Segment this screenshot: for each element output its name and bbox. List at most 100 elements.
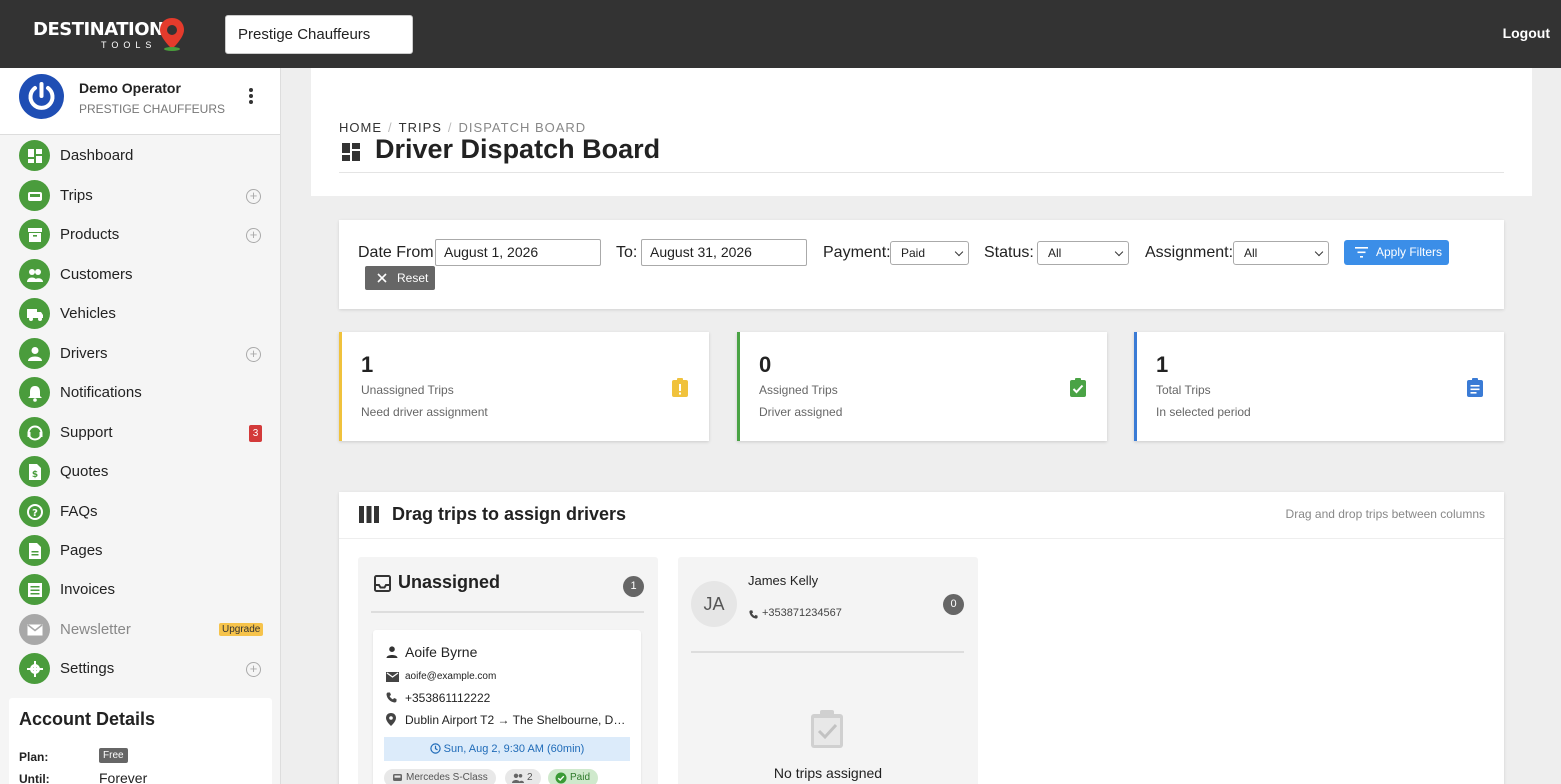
user-organization: PRESTIGE CHAUFFEURS: [79, 102, 226, 116]
apply-filters-button[interactable]: Apply Filters: [1344, 240, 1449, 265]
logout-link[interactable]: Logout: [1503, 25, 1550, 41]
unassigned-column[interactable]: Unassigned 1 Aoife Byrne aoife@example.c…: [358, 557, 658, 784]
sidebar-item-dashboard[interactable]: Dashboard: [0, 138, 280, 172]
driver-phone: +353871234567: [762, 607, 842, 619]
sidebar-item-notifications[interactable]: Notifications: [0, 375, 280, 409]
question-icon: ?: [19, 496, 50, 527]
stat-label: Assigned Trips: [759, 383, 838, 397]
breadcrumb: HOME / TRIPS / DISPATCH BOARD: [339, 120, 587, 135]
chevron-down-icon: [954, 247, 964, 257]
sidebar-item-pages[interactable]: Pages: [0, 533, 280, 567]
add-circle-icon[interactable]: +: [246, 189, 261, 204]
breadcrumb-home[interactable]: HOME: [339, 120, 382, 135]
sidebar-item-vehicles[interactable]: Vehicles: [0, 296, 280, 330]
sidebar-item-invoices[interactable]: Invoices: [0, 572, 280, 606]
inbox-icon: [374, 575, 391, 592]
until-value: Forever: [99, 770, 148, 784]
sidebar-item-label: Pages: [60, 542, 103, 559]
chevron-down-icon: [1314, 247, 1324, 257]
stat-subtext: In selected period: [1156, 405, 1251, 419]
upgrade-badge[interactable]: Upgrade: [219, 623, 264, 636]
driver-avatar: JA: [691, 581, 737, 627]
more-options-icon[interactable]: [244, 86, 258, 110]
plan-badge: Free: [99, 748, 128, 763]
sidebar-item-customers[interactable]: Customers: [0, 257, 280, 291]
avatar[interactable]: [19, 74, 64, 119]
sidebar-item-label: Drivers: [60, 345, 108, 362]
divider: [339, 172, 1504, 173]
breadcrumb-trips[interactable]: TRIPS: [399, 120, 442, 135]
stat-value: 0: [759, 352, 772, 377]
logo[interactable]: DESTINATION TOOLS: [33, 17, 188, 51]
passengers-chip: 2: [505, 769, 541, 784]
divider: [691, 651, 964, 653]
check-circle-icon: [555, 772, 567, 784]
stat-card-total: 1 Total Trips In selected period: [1134, 332, 1504, 441]
sidebar-item-newsletter[interactable]: Newsletter Upgrade: [0, 612, 280, 646]
payment-select-value: Paid: [901, 246, 926, 260]
sidebar-item-settings[interactable]: Settings +: [0, 651, 280, 685]
divider: [371, 611, 644, 613]
date-from-input[interactable]: August 1, 2026: [435, 239, 601, 266]
status-select[interactable]: All: [1037, 241, 1129, 265]
assignment-select-value: All: [1244, 246, 1258, 260]
date-from-label: Date From:: [358, 244, 439, 261]
sidebar-item-label: FAQs: [60, 503, 98, 520]
person-icon: [19, 338, 50, 369]
sidebar-item-label: Products: [60, 226, 120, 243]
driver-trip-count-badge: 0: [943, 594, 964, 615]
sidebar-item-faqs[interactable]: ? FAQs: [0, 494, 280, 528]
driver-column[interactable]: JA James Kelly +353871234567 0 No trips …: [678, 557, 978, 784]
sidebar-item-quotes[interactable]: $ Quotes: [0, 454, 280, 488]
list-clipboard-icon: [1467, 378, 1483, 397]
sidebar-item-label: Newsletter: [60, 621, 131, 638]
until-label: Until:: [19, 772, 50, 784]
divider: [339, 538, 1504, 539]
add-circle-icon[interactable]: +: [246, 662, 261, 677]
sidebar-item-label: Dashboard: [60, 147, 134, 164]
close-icon: [377, 273, 387, 283]
board-title: Drag trips to assign drivers: [392, 504, 627, 524]
sidebar-item-label: Support: [60, 424, 113, 441]
sidebar-item-label: Vehicles: [60, 305, 116, 322]
columns-icon: [359, 506, 379, 523]
assignment-select[interactable]: All: [1233, 241, 1329, 265]
mail-icon: [386, 672, 399, 682]
notification-badge: 3: [249, 425, 262, 442]
filter-bar: Date From: August 1, 2026 To: August 31,…: [339, 220, 1504, 309]
sidebar-item-label: Customers: [60, 266, 133, 283]
trip-route: Dublin Airport T2 → The Shelbourne, Dubl…: [405, 713, 630, 727]
car-icon: [19, 180, 50, 211]
organization-input[interactable]: Prestige Chauffeurs: [225, 15, 413, 54]
sidebar-item-label: Quotes: [60, 463, 109, 480]
top-bar: DESTINATION TOOLS Prestige Chauffeurs Lo…: [0, 0, 1561, 68]
map-pin-icon: [160, 18, 184, 51]
sidebar-item-support[interactable]: Support 3: [0, 415, 280, 449]
sidebar-item-trips[interactable]: Trips +: [0, 178, 280, 212]
trip-time: Sun, Aug 2, 9:30 AM (60min): [443, 743, 585, 755]
add-circle-icon[interactable]: +: [246, 228, 261, 243]
sidebar-item-drivers[interactable]: Drivers +: [0, 336, 280, 370]
user-panel: Demo Operator PRESTIGE CHAUFFEURS: [0, 68, 280, 135]
phone-icon: [749, 610, 758, 619]
trip-phone: +353861112222: [405, 691, 491, 705]
add-circle-icon[interactable]: +: [246, 347, 261, 362]
invoice-icon: [19, 574, 50, 605]
filter-icon: [1355, 247, 1368, 258]
date-to-input[interactable]: August 31, 2026: [641, 239, 807, 266]
trip-card[interactable]: Aoife Byrne aoife@example.com +353861112…: [373, 630, 641, 784]
vehicle-name: Mercedes S-Class: [406, 772, 488, 783]
dollar-doc-icon: $: [19, 456, 50, 487]
stat-subtext: Need driver assignment: [361, 405, 488, 419]
sidebar: Demo Operator PRESTIGE CHAUFFEURS Dashbo…: [0, 68, 281, 784]
payment-select[interactable]: Paid: [890, 241, 969, 265]
stat-subtext: Driver assigned: [759, 405, 843, 419]
reset-button[interactable]: Reset: [365, 266, 435, 290]
column-count-badge: 1: [623, 576, 644, 597]
sidebar-item-products[interactable]: Products +: [0, 217, 280, 251]
stat-card-assigned: 0 Assigned Trips Driver assigned: [737, 332, 1107, 441]
person-icon: [386, 646, 398, 658]
svg-text:$: $: [31, 470, 37, 480]
empty-state-text: No trips assigned: [773, 765, 883, 781]
user-name: Demo Operator: [79, 80, 181, 96]
